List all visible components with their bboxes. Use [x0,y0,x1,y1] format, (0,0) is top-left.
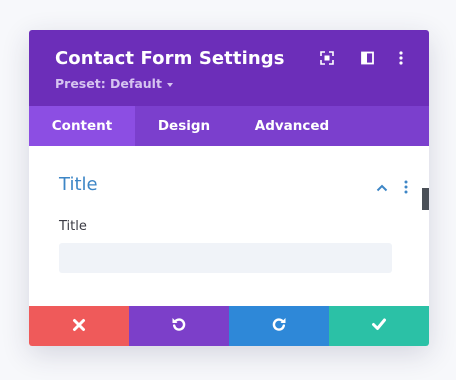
settings-modal: Contact Form Settings Preset: Default Co… [29,30,429,346]
modal-footer [29,306,429,346]
tab-content[interactable]: Content [29,106,135,146]
redo-button[interactable] [229,306,329,346]
chevron-up-icon[interactable] [375,180,389,194]
tab-bar: Content Design Advanced [29,106,429,146]
preset-dropdown[interactable]: Preset: Default [55,76,173,91]
more-options-icon[interactable] [393,50,409,66]
split-view-icon[interactable] [360,50,376,66]
preset-label: Preset: Default [55,76,162,91]
undo-button[interactable] [129,306,229,346]
title-input[interactable] [59,243,392,273]
settings-body: Title Title [29,146,429,306]
caret-down-icon [166,82,173,87]
save-button[interactable] [329,306,429,346]
section-more-options-icon[interactable] [399,179,413,195]
close-icon [72,317,86,336]
section-title[interactable]: Title [59,174,98,195]
tab-design[interactable]: Design [135,106,233,146]
check-icon [371,316,387,336]
scrollbar[interactable] [422,188,429,210]
undo-icon [171,316,187,336]
discard-button[interactable] [29,306,129,346]
fullscreen-icon[interactable] [319,50,335,66]
modal-header: Contact Form Settings Preset: Default [29,30,429,106]
title-field-label: Title [59,219,87,234]
tab-advanced[interactable]: Advanced [233,106,351,146]
redo-icon [271,316,287,336]
modal-title: Contact Form Settings [55,48,285,69]
